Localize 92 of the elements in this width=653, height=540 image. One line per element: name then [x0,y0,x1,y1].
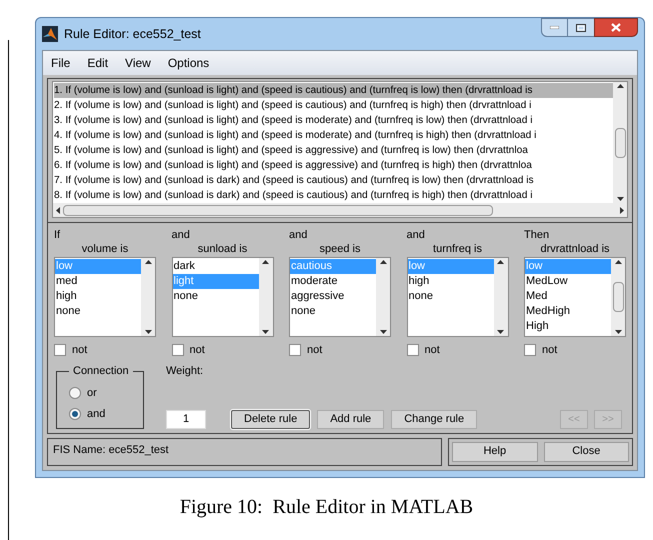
menu-item[interactable]: Options [168,54,210,72]
rule-button[interactable]: Add rule [317,410,384,428]
option-item[interactable]: none [290,304,376,319]
connector-label: and [289,229,308,242]
scrollbar[interactable] [613,82,627,203]
down-arrow-icon[interactable] [144,330,152,334]
footer-button[interactable]: Close [544,442,629,462]
option-item[interactable]: med [55,274,141,289]
up-arrow-icon[interactable] [262,260,269,264]
scroll-thumb[interactable] [612,282,624,312]
scrollbar[interactable] [611,258,625,336]
rule-item[interactable]: 7. If (volume is low) and (sunload is dark) and (speed is cautious) and (turnfreq is low) then (drvrattnload is [54,173,613,188]
option-item[interactable]: moderate [290,274,376,289]
minimize-icon [550,26,559,29]
variable-label: volume is [82,242,128,256]
option-item[interactable]: none [408,289,494,304]
rule-button[interactable]: Change rule [391,410,478,428]
option-item[interactable]: high [55,289,141,304]
right-arrow-icon[interactable] [620,206,624,214]
checkbox[interactable] [289,344,301,356]
radio-label: or [87,386,97,401]
up-arrow-icon[interactable] [616,84,624,88]
weight-field[interactable]: 1 [166,410,206,428]
close-button[interactable] [594,18,638,37]
rule-item[interactable]: 2. If (volume is low) and (sunload is light) and (speed is cautious) and (turnfreq is high) then (drvrattnload i [54,98,613,113]
checkbox-label: not [307,343,322,358]
left-arrow-icon[interactable] [56,206,60,214]
up-arrow-icon[interactable] [497,260,504,264]
option-item[interactable]: none [172,289,258,304]
variable-label: turnfreq is [433,242,482,256]
connector-label: and [406,229,426,242]
scrollbar[interactable] [494,258,508,336]
option-item[interactable]: none [55,304,141,319]
group-title: Connection [69,364,133,378]
down-arrow-icon[interactable] [614,330,622,334]
down-arrow-icon[interactable] [262,330,269,334]
checkbox[interactable] [524,344,536,356]
checkbox-label: not [542,343,558,358]
rule-item[interactable]: 3. If (volume is low) and (sunload is light) and (speed is moderate) and (turnfreq is low) then (drvrattnload i [54,113,613,128]
weight-label: Weight: [166,364,204,378]
close-icon [611,23,621,32]
rule-item[interactable]: 4. If (volume is low) and (sunload is light) and (speed is moderate) and (turnfreq is high) then (drvrattnload i [54,128,613,143]
option-item[interactable]: MedHigh [525,304,611,319]
scrollbar[interactable] [258,258,272,336]
option-item[interactable]: High [525,319,611,334]
menu-item[interactable]: View [125,54,151,72]
variable-label: drvrattnload is [540,242,610,256]
footer-button[interactable]: Help [452,442,538,462]
down-arrow-icon[interactable] [380,330,386,334]
down-arrow-icon[interactable] [497,330,504,334]
figure-caption: Figure 10: Rule Editor in MATLAB [180,494,474,520]
option-item[interactable]: high [408,274,494,289]
connector-label: Then [524,229,550,242]
scroll-thumb[interactable] [63,204,493,216]
radio-button[interactable] [69,408,81,420]
connector-label: If [54,229,62,242]
up-arrow-icon[interactable] [614,260,622,264]
maximize-icon [576,24,586,32]
status-panel: FIS Name: ece552_test [47,438,442,466]
option-item[interactable]: Med [525,289,611,304]
window-title: Rule Editor: ece552_test [64,26,201,43]
checkbox[interactable] [172,344,184,356]
menu-item[interactable]: File [51,54,70,72]
minimize-button[interactable] [541,18,568,37]
rule-item[interactable]: 1. If (volume is low) and (sunload is light) and (speed is cautious) and (turnfreq is low) then (drvrattnload is [54,83,613,98]
rule-item[interactable]: 6. If (volume is low) and (sunload is light) and (speed is aggressive) and (turnfreq is high) then (drvrattnloa [54,158,613,173]
rule-button[interactable]: Delete rule [231,410,310,428]
option-item[interactable]: aggressive [290,289,376,304]
menu-item[interactable]: Edit [87,54,108,72]
option-item[interactable]: MedLow [525,274,611,289]
variable-label: sunload is [198,242,248,256]
rule-item[interactable]: 8. If (volume is low) and (sunload is dark) and (speed is cautious) and (turnfreq is high) then (drvrattnload i [54,188,613,203]
rule-item[interactable]: 5. If (volume is low) and (sunload is light) and (speed is aggressive) and (turnfreq is low) then (drvrattnloa [54,143,613,158]
horizontal-scrollbar[interactable] [53,203,627,217]
checkbox-label: not [424,343,440,358]
checkbox[interactable] [406,344,418,356]
up-arrow-icon[interactable] [144,260,152,264]
checkbox-label: not [190,343,205,358]
radio-button[interactable] [69,387,81,400]
checkbox[interactable] [54,344,66,356]
app-logo-icon [42,26,58,42]
down-arrow-icon[interactable] [616,197,624,201]
scroll-thumb[interactable] [614,128,626,158]
connector-label: and [172,229,191,242]
scrollbar[interactable] [141,258,155,336]
checkbox-label: not [72,343,88,358]
scrollbar[interactable] [376,258,390,336]
radio-label: and [87,406,106,422]
option-item[interactable]: dark [172,259,258,274]
maximize-button[interactable] [568,18,594,37]
variable-label: speed is [320,242,360,256]
up-arrow-icon[interactable] [380,260,386,264]
